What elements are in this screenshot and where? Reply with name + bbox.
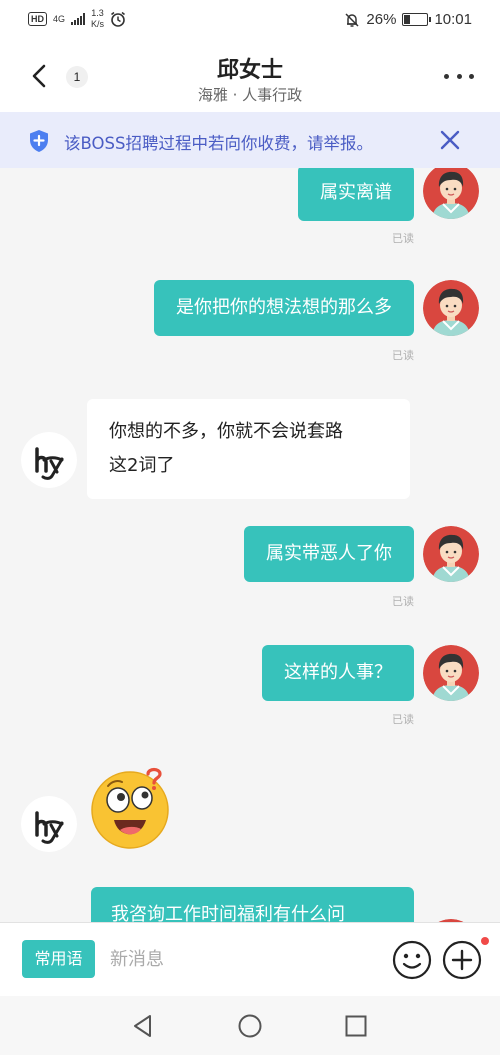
notice-text[interactable]: 该BOSS招聘过程中若向你收费，请举报。 (64, 130, 373, 154)
close-x-icon[interactable] (438, 128, 462, 152)
contact-detail: 海雅 · 人事行政 (197, 86, 303, 104)
my-avatar-image (423, 168, 479, 219)
clock-time: 10:01 (434, 11, 472, 28)
emoji-icon[interactable] (392, 940, 432, 980)
chat-area[interactable]: 属实离谱 已读 是你把你的想法想的那么多 已读 你想的不多，你就不会说套路 这2… (0, 168, 500, 922)
message-input[interactable] (110, 942, 370, 976)
plus-icon[interactable] (442, 940, 482, 980)
my-avatar[interactable] (423, 168, 479, 219)
contact-avatar[interactable] (21, 432, 77, 488)
dot (469, 73, 474, 79)
alarm-clock-icon (111, 11, 126, 27)
contact-name: 邱女士 (216, 58, 283, 83)
report-notice-banner: 该BOSS招聘过程中若向你收费，请举报。 (0, 112, 500, 168)
message-bubble-received[interactable]: 你想的不多，你就不会说套路 这2词了 (87, 399, 410, 499)
network-type: 4G (53, 13, 66, 24)
message-bubble-sent[interactable]: 属实离谱 (298, 168, 414, 221)
nav-home-icon[interactable] (237, 1013, 263, 1039)
battery-icon (402, 13, 432, 26)
mute-bell-icon (345, 12, 359, 27)
status-left: HD 4G 1.3 K/s (28, 8, 126, 30)
signal-icon (71, 13, 86, 25)
my-avatar-image (423, 280, 479, 336)
notification-dot (481, 937, 489, 945)
message-line: 你想的不多，你就不会说套路 (109, 421, 343, 442)
my-avatar[interactable] (423, 645, 479, 701)
message-line: 这2词了 (109, 455, 175, 476)
speed-unit: K/s (91, 19, 105, 29)
battery-level (404, 15, 411, 24)
my-avatar-image (423, 526, 479, 582)
speed-value: 1.3 (91, 8, 104, 18)
status-bar: HD 4G 1.3 K/s 26% 10:01 (0, 0, 500, 40)
message-bubble-sent[interactable]: 这样的人事？ (262, 645, 414, 701)
message-bubble-sent[interactable]: 我咨询工作时间福利有什么问 (91, 887, 414, 922)
nav-recents-icon[interactable] (343, 1013, 369, 1039)
message-bubble-sent[interactable]: 是你把你的想法想的那么多 (154, 280, 414, 336)
company-logo-avatar (21, 796, 77, 852)
read-status: 已读 (392, 713, 414, 726)
status-right: 26% 10:01 (344, 11, 472, 28)
dot (444, 73, 449, 79)
read-status: 已读 (392, 232, 414, 245)
nav-back-icon[interactable] (130, 1013, 156, 1039)
my-avatar[interactable] (423, 280, 479, 336)
message-bubble-sent[interactable]: 属实带恶人了你 (244, 526, 414, 582)
read-status: 已读 (392, 595, 414, 608)
network-speed: 1.3 K/s (91, 8, 104, 30)
contact-avatar[interactable] (21, 796, 77, 852)
shield-plus-icon (30, 130, 48, 152)
company-logo-avatar (21, 432, 77, 488)
common-phrases-button[interactable]: 常用语 (22, 940, 95, 978)
message-input-bar: 常用语 (0, 922, 500, 996)
my-avatar-image (423, 645, 479, 701)
hd-indicator: HD (28, 12, 47, 26)
confused-face-emoji[interactable] (88, 766, 174, 852)
read-status: 已读 (392, 349, 414, 362)
system-nav-bar (0, 996, 500, 1055)
dot (456, 73, 462, 79)
my-avatar[interactable] (423, 526, 479, 582)
chat-header: 1 邱女士 海雅 · 人事行政 (0, 40, 500, 112)
more-dots-icon[interactable] (444, 66, 474, 86)
battery-percent: 26% (366, 11, 397, 28)
